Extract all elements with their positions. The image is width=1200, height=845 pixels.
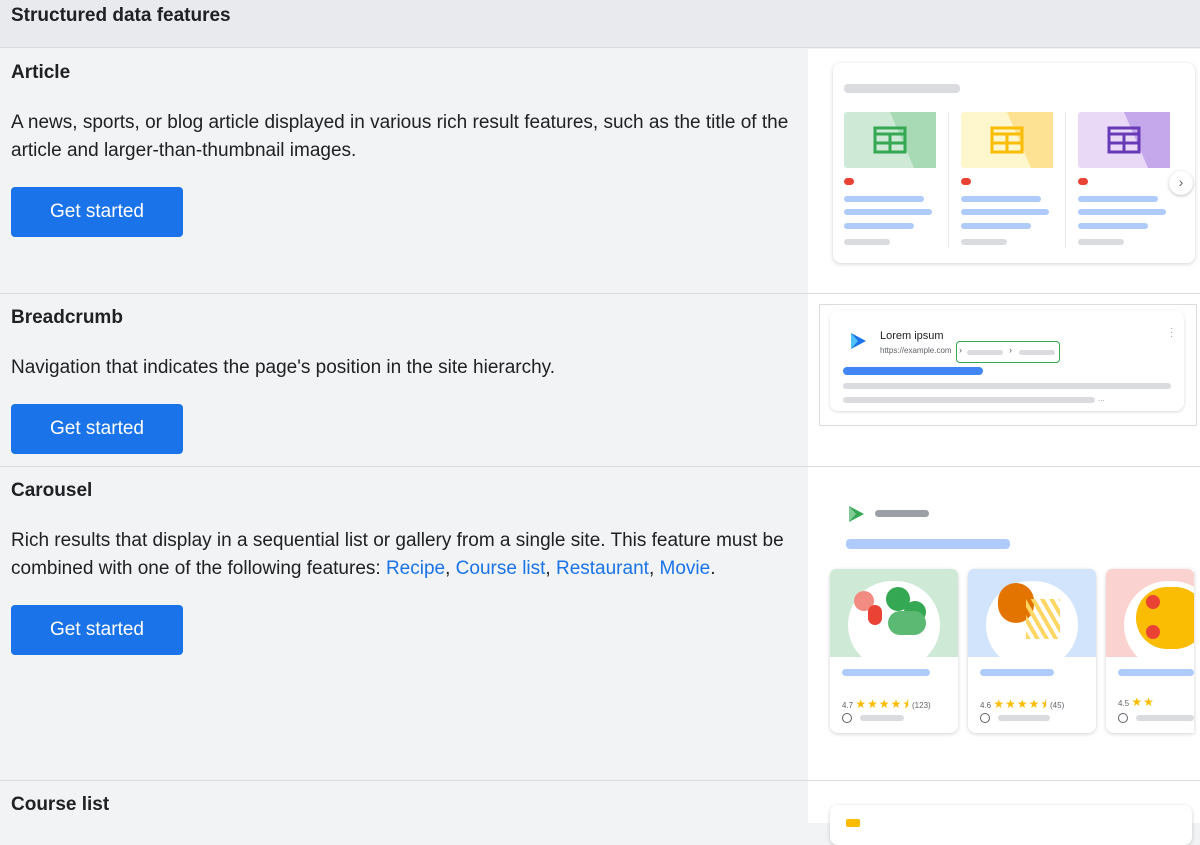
recipe-card[interactable]: 4.5 ★★: [1106, 569, 1194, 733]
chevron-right-icon[interactable]: ›: [1169, 171, 1193, 195]
article-thumb-green: [844, 112, 936, 168]
section-title: Breadcrumb: [11, 307, 123, 328]
recipe-card[interactable]: 4.6 ★★★★⯨ (45): [968, 569, 1096, 733]
star-rating-icon: ★★★★⯨: [855, 697, 910, 711]
star-rating-icon: ★★★★⯨: [993, 697, 1048, 711]
feature-section-course-list: Course list: [0, 781, 1200, 845]
calendar-icon: [873, 112, 936, 168]
link-recipe[interactable]: Recipe: [386, 558, 445, 579]
article-preview-card: ›: [833, 63, 1195, 263]
card-rating: 4.7 ★★★★⯨ (123): [842, 697, 931, 711]
breadcrumb-preview-card: Lorem ipsum https://example.com › › · · · …: [830, 311, 1184, 411]
play-logo-icon: [851, 333, 866, 349]
page-title: Structured data features: [11, 5, 231, 26]
get-started-button-breadcrumb[interactable]: Get started: [11, 404, 183, 454]
chevron-right-icon: ›: [1009, 345, 1012, 355]
leaf-logo-icon: [849, 506, 864, 522]
page-header: Structured data features: [0, 0, 1200, 48]
result-url: https://example.com: [880, 346, 952, 355]
breadcrumb-highlight: › ›: [956, 341, 1060, 363]
section-title: Article: [11, 62, 71, 83]
get-started-button-article[interactable]: Get started: [11, 187, 183, 237]
clock-icon: [980, 713, 990, 723]
link-movie[interactable]: Movie: [660, 558, 711, 579]
section-title: Course list: [11, 794, 110, 815]
clock-icon: [1118, 713, 1128, 723]
section-description: A news, sports, or blog article displaye…: [11, 112, 789, 161]
more-vert-icon[interactable]: · · ·: [1170, 324, 1173, 342]
section-text-area: [0, 49, 808, 293]
get-started-button-carousel[interactable]: Get started: [11, 605, 183, 655]
calendar-icon: [990, 112, 1053, 168]
card-rating: 4.5 ★★: [1118, 695, 1155, 709]
recipe-card[interactable]: 4.7 ★★★★⯨ (123): [830, 569, 958, 733]
article-thumb-purple: [1078, 112, 1170, 168]
carousel-illustration: 4.7 ★★★★⯨ (123) 4.6 ★★★★⯨ (45) 4.5 ★★: [808, 467, 1200, 780]
chevron-right-icon: ›: [959, 345, 962, 355]
link-restaurant[interactable]: Restaurant: [556, 558, 649, 579]
breadcrumb-preview-frame: Lorem ipsum https://example.com › › · · · …: [819, 304, 1197, 426]
link-course-list[interactable]: Course list: [456, 558, 546, 579]
star-rating-icon: ★★: [1131, 695, 1155, 709]
feature-section-article: › Article A news, sports, or blog articl…: [0, 49, 1200, 294]
section-description: Rich results that display in a sequentia…: [11, 530, 784, 579]
card-rating: 4.6 ★★★★⯨ (45): [980, 697, 1065, 711]
feature-section-carousel: 4.7 ★★★★⯨ (123) 4.6 ★★★★⯨ (45) 4.5 ★★ Ca…: [0, 467, 1200, 781]
article-thumb-yellow: [961, 112, 1053, 168]
section-title: Carousel: [11, 480, 93, 501]
section-description: Navigation that indicates the page's pos…: [11, 357, 556, 378]
article-illustration: ›: [808, 49, 1200, 293]
carousel-cards: 4.7 ★★★★⯨ (123) 4.6 ★★★★⯨ (45) 4.5 ★★: [830, 569, 1194, 735]
calendar-icon: [1107, 112, 1170, 168]
result-site-title: Lorem ipsum: [880, 330, 944, 342]
clock-icon: [842, 713, 852, 723]
